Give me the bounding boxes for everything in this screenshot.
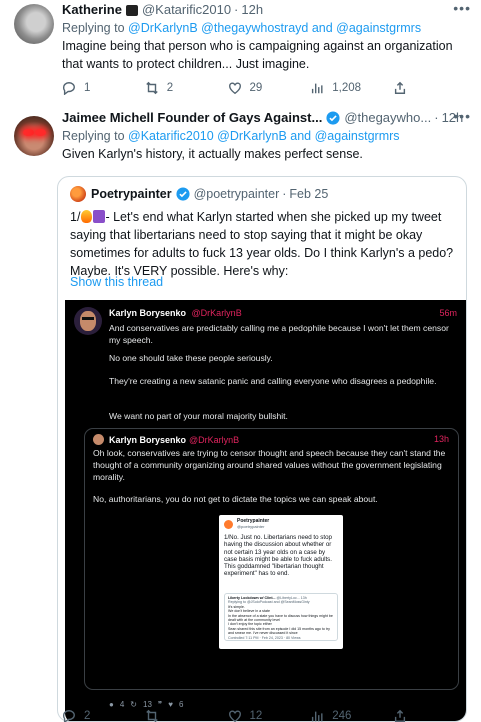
quoted-text-dash: -: [105, 210, 114, 224]
reply-count: 2: [84, 710, 91, 722]
inner-paragraph: Oh look, conservatives are trying to cen…: [93, 448, 446, 482]
views-button[interactable]: 1,208: [310, 81, 362, 95]
screenshot-paragraph: They're creating a new satanic panic and…: [109, 376, 437, 386]
tweet-text: Given Karlyn's history, it actually make…: [62, 147, 363, 161]
fire-emoji-icon: [81, 210, 93, 223]
analytics-icon: [312, 83, 323, 94]
mini-tweet-screenshot: Poetrypainter @poetrypainter 1/No. Just …: [219, 515, 343, 649]
quoted-date: Feb 25: [289, 187, 329, 201]
reply-button[interactable]: 1: [62, 81, 114, 95]
author-name[interactable]: Jaimee Michell Founder of Gays Against..…: [62, 108, 322, 128]
skull-flag-icon: [125, 4, 138, 16]
view-count: 246: [332, 710, 352, 722]
mini-card-line: In the absence of a state you have to di…: [228, 613, 333, 623]
screenshot-paragraph: And conservatives are predictably callin…: [109, 323, 449, 345]
screenshot-header: Karlyn Borysenko @DrKarlynB: [109, 308, 242, 318]
quoted-author-handle: @poetrypainter: [193, 187, 280, 201]
tweet-actions: 2 12 246: [62, 706, 407, 722]
inner-author-name: Karlyn Borysenko: [109, 434, 187, 445]
avatar[interactable]: [14, 4, 54, 44]
replying-mentions[interactable]: @DrKarlynB @thegaywhostrayd and @against…: [128, 21, 421, 35]
retweet-button[interactable]: [145, 709, 197, 722]
retweet-icon: [146, 81, 158, 95]
share-button[interactable]: [393, 709, 407, 722]
inner-paragraph: No, authoritarians, you do not get to di…: [93, 494, 378, 504]
heart-icon: [228, 82, 241, 95]
inner-time: 13h: [433, 434, 449, 444]
like-button[interactable]: 12: [228, 709, 280, 722]
tweet-header: Jaimee Michell Founder of Gays Against..…: [62, 108, 471, 128]
replying-prefix: Replying to: [62, 21, 125, 35]
inner-avatar: [93, 434, 104, 445]
separator-dot: ·: [234, 2, 239, 17]
mini-author-handle: @poetrypainter: [237, 524, 265, 529]
inner-header: Karlyn Borysenko @DrKarlynB: [93, 434, 239, 445]
like-count: 12: [249, 710, 263, 722]
inner-author-handle: @DrKarlynB: [189, 434, 240, 445]
verified-badge-icon: [176, 187, 190, 201]
screenshot-quoted-tweet: Karlyn Borysenko @DrKarlynB 13h Oh look,…: [84, 428, 459, 690]
retweet-button[interactable]: 2: [145, 81, 197, 95]
mini-text: 1/No. Just no. Libertarians need to stop…: [224, 534, 333, 578]
mini-avatar: [224, 519, 233, 529]
screenshot-avatar: [74, 307, 102, 335]
screenshot-paragraph: No one should take these people seriousl…: [109, 353, 273, 363]
screenshot-author-handle: @DrKarlynB: [191, 308, 242, 318]
mini-card-name: Liberty Lockdown w/ Clint...: [228, 596, 276, 600]
mini-card-line: Sean shared this site from an episode I …: [228, 626, 330, 636]
quoted-avatar: [70, 186, 86, 202]
quoted-text-prefix: 1/: [70, 210, 81, 224]
embedded-screenshot[interactable]: Karlyn Borysenko @DrKarlynB 56m And cons…: [65, 300, 466, 721]
mini-quoted-card: Liberty Lockdown w/ Clint... @LibertyLoc…: [224, 593, 338, 641]
avatar[interactable]: [14, 116, 54, 156]
separator-dot: ·: [282, 187, 287, 201]
tweet-text: Imagine being that person who is campaig…: [62, 39, 453, 71]
more-options-icon[interactable]: •••: [453, 108, 471, 124]
analytics-icon: [312, 711, 323, 722]
tweet-header: Katherine @Katarific2010 · 12h: [62, 0, 471, 20]
screenshot-author-name: Karlyn Borysenko: [109, 308, 187, 318]
tweet-actions: 1 2 29 1,208: [62, 78, 407, 98]
tweet-katherine[interactable]: Katherine @Katarific2010 · 12h ••• Reply…: [0, 0, 481, 103]
mini-card-handle: @LibertyLoc...: [276, 596, 300, 600]
reply-icon: [62, 710, 75, 722]
verified-badge-icon: [326, 111, 340, 125]
show-thread-link[interactable]: Show this thread: [70, 275, 163, 289]
retweet-icon: [146, 709, 158, 722]
share-icon: [394, 709, 406, 722]
screenshot-paragraph: We want no part of your moral majority b…: [109, 411, 288, 421]
mini-header: Poetrypainter @poetrypainter: [224, 519, 269, 529]
replying-to: Replying to @Katarific2010 @DrKarlynB an…: [62, 128, 471, 144]
reply-icon: [62, 82, 75, 95]
replying-to: Replying to @DrKarlynB @thegaywhostrayd …: [62, 20, 471, 36]
author-handle[interactable]: @Katarific2010: [142, 0, 231, 20]
mini-card-stat: Controlled 7:11 PM · Feb 24, 2023 · 80 V…: [228, 635, 301, 640]
more-options-icon[interactable]: •••: [453, 0, 471, 16]
replying-prefix: Replying to: [62, 129, 125, 143]
share-button[interactable]: [393, 81, 407, 95]
share-icon: [394, 81, 406, 94]
views-button[interactable]: 246: [310, 709, 362, 722]
replying-mentions[interactable]: @Katarific2010 @DrKarlynB and @againstgr…: [128, 129, 400, 143]
quoted-tweet-header: Poetrypainter @poetrypainter · Feb 25: [70, 186, 328, 202]
reply-count: 1: [84, 82, 91, 94]
quoted-text: 1/ - Let's end what Karlyn started when s…: [70, 208, 456, 280]
quoted-text-body: Let's end what Karlyn started when she p…: [70, 210, 454, 278]
scroll-emoji-icon: [93, 210, 106, 223]
like-count: 29: [249, 82, 263, 94]
heart-icon: [228, 710, 241, 722]
timestamp[interactable]: 12h: [241, 0, 263, 20]
tweet-jaimee[interactable]: Jaimee Michell Founder of Gays Against..…: [0, 108, 481, 722]
author-name[interactable]: Katherine: [62, 0, 122, 20]
mini-card-time: 13h: [300, 596, 307, 600]
separator-dot: ·: [434, 110, 439, 125]
retweet-count: 2: [166, 82, 174, 94]
quoted-author-name: Poetrypainter: [91, 187, 172, 201]
view-count: 1,208: [332, 82, 362, 94]
quoted-tweet[interactable]: Poetrypainter @poetrypainter · Feb 25 1/…: [57, 176, 467, 722]
screenshot-time: 56m: [439, 308, 457, 318]
author-handle[interactable]: @thegaywho...: [344, 108, 431, 128]
like-button[interactable]: 29: [228, 81, 280, 95]
reply-button[interactable]: 2: [62, 709, 114, 722]
